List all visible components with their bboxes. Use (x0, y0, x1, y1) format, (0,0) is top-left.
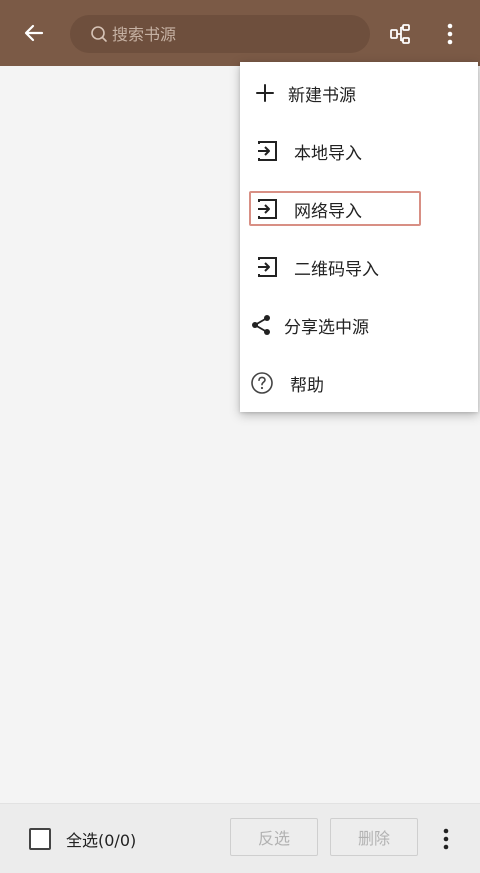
search-box[interactable] (70, 15, 370, 53)
import-icon (254, 196, 280, 222)
more-options-button[interactable] (436, 18, 464, 50)
back-button[interactable] (14, 16, 54, 50)
bottom-more-button[interactable] (434, 822, 458, 856)
select-all-label[interactable]: 全选(0/0) (66, 827, 136, 851)
import-icon (254, 138, 280, 164)
delete-button[interactable]: 删除 (330, 818, 418, 856)
group-icon (390, 24, 410, 44)
menu-item-help[interactable]: 帮助 (240, 354, 478, 412)
bottom-bar: 全选(0/0) 反选 删除 (0, 803, 480, 873)
menu-item-new-source[interactable]: 新建书源 (240, 64, 478, 122)
menu-item-local-import[interactable]: 本地导入 (240, 122, 478, 180)
menu-item-label: 新建书源 (288, 85, 356, 106)
share-icon (248, 312, 274, 338)
overflow-menu: 新建书源 本地导入 网络导入 二维码导入 分享选中源 帮助 (240, 62, 478, 412)
menu-item-qrcode-import[interactable]: 二维码导入 (240, 238, 478, 296)
arrow-left-icon (24, 24, 44, 42)
menu-item-label: 二维码导入 (294, 259, 379, 280)
menu-item-label: 网络导入 (294, 201, 362, 222)
menu-item-network-import[interactable]: 网络导入 (240, 180, 478, 238)
menu-item-label: 分享选中源 (284, 317, 369, 338)
group-button[interactable] (382, 18, 418, 50)
search-input[interactable] (112, 24, 352, 44)
menu-item-label: 本地导入 (294, 143, 362, 164)
import-icon (254, 254, 280, 280)
invert-selection-button[interactable]: 反选 (230, 818, 318, 856)
select-all-checkbox[interactable] (29, 828, 51, 850)
screen: 新建书源 本地导入 网络导入 (0, 0, 480, 873)
help-icon (249, 370, 275, 396)
more-vert-icon (443, 828, 449, 850)
search-icon (91, 26, 107, 42)
menu-item-share-selected[interactable]: 分享选中源 (240, 296, 478, 354)
plus-icon (252, 80, 278, 106)
menu-item-label: 帮助 (290, 375, 324, 396)
app-bar (0, 0, 480, 66)
more-vert-icon (447, 23, 453, 45)
